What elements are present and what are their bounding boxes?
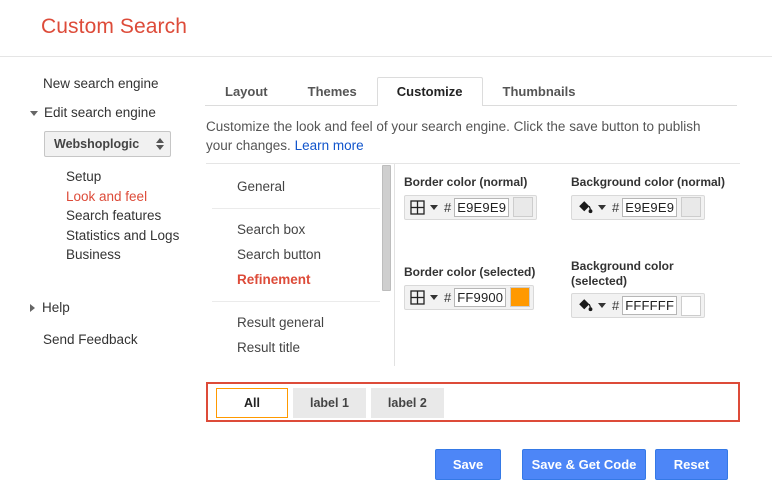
engine-select-value: Webshoplogic <box>54 137 140 151</box>
sidebar-item-statistics-and-logs[interactable]: Statistics and Logs <box>66 226 179 246</box>
field-border-color-selected: Border color (selected) # FF9900 <box>404 265 535 310</box>
nav-scrollbar-thumb[interactable] <box>382 165 391 291</box>
sidebar-item-edit-search-engine[interactable]: Edit search engine <box>30 105 156 120</box>
preview-tab-list: All label 1 label 2 <box>216 388 444 418</box>
hash-symbol: # <box>444 289 452 305</box>
chevron-right-icon <box>30 303 35 312</box>
reset-button[interactable]: Reset <box>655 449 728 480</box>
border-grid-icon[interactable] <box>409 289 440 305</box>
sidebar-item-new-search-engine[interactable]: New search engine <box>43 76 159 91</box>
app-header: Custom Search <box>0 0 772 57</box>
field-border-color-normal: Border color (normal) # E9E9E9 <box>404 175 538 220</box>
paint-bucket-icon[interactable] <box>576 200 608 215</box>
chevron-down-icon <box>430 204 438 210</box>
nav-item-result-general[interactable]: Result general <box>212 310 387 335</box>
page-title: Custom Search <box>41 15 188 38</box>
background-color-normal-hex-input[interactable]: E9E9E9 <box>622 197 678 217</box>
border-grid-icon[interactable] <box>409 199 440 215</box>
preview-tab-label-1[interactable]: label 1 <box>293 388 366 418</box>
background-color-selected-input-group[interactable]: # FFFFFF <box>571 293 706 318</box>
preview-tab-label-2[interactable]: label 2 <box>370 388 444 418</box>
sidebar-item-send-feedback[interactable]: Send Feedback <box>43 332 138 347</box>
paint-bucket-icon[interactable] <box>576 298 608 313</box>
sidebar-sub-list: Setup Look and feel Search features Stat… <box>66 167 179 265</box>
nav-item-search-box[interactable]: Search box <box>212 217 387 242</box>
tab-bar: Layout Themes Customize Thumbnails <box>205 77 737 106</box>
nav-item-search-button[interactable]: Search button <box>212 242 387 267</box>
refinement-preview-box: All label 1 label 2 <box>206 382 740 422</box>
action-button-bar: Save Save & Get Code Reset <box>200 449 772 489</box>
chevron-down-icon <box>30 111 38 116</box>
sidebar-item-search-features[interactable]: Search features <box>66 206 179 226</box>
sidebar-item-help-label: Help <box>42 300 70 315</box>
hash-symbol: # <box>612 298 620 313</box>
field-background-color-normal-label: Background color (normal) <box>571 175 726 189</box>
engine-select-wrapper: Webshoplogic <box>44 131 171 157</box>
tab-layout[interactable]: Layout <box>205 77 288 106</box>
nav-group-result: Result general Result title Result url <box>212 302 387 366</box>
field-background-color-normal: Background color (normal) # E9E9E9 <box>571 175 725 220</box>
engine-select[interactable]: Webshoplogic <box>44 131 171 157</box>
tab-themes[interactable]: Themes <box>288 77 377 106</box>
chevron-down-icon <box>598 204 606 210</box>
page-root: Custom Search New search engine Edit sea… <box>0 0 772 500</box>
border-color-normal-hex-input[interactable]: E9E9E9 <box>454 197 510 217</box>
chevron-down-icon <box>598 303 606 308</box>
hash-symbol: # <box>444 199 452 215</box>
description-body: Customize the look and feel of your sear… <box>206 119 701 153</box>
hash-symbol: # <box>612 199 620 215</box>
sidebar: New search engine Edit search engine Web… <box>0 57 200 500</box>
nav-item-refinement[interactable]: Refinement <box>212 267 387 292</box>
border-color-selected-swatch[interactable] <box>510 287 531 307</box>
description-text: Customize the look and feel of your sear… <box>206 117 726 155</box>
field-background-color-selected-label: Background color (selected) <box>571 259 674 288</box>
background-color-selected-swatch[interactable] <box>681 295 702 316</box>
nav-item-general[interactable]: General <box>212 174 387 199</box>
field-border-color-normal-label: Border color (normal) <box>404 175 528 189</box>
border-color-selected-input-group[interactable]: # FF9900 <box>404 284 535 310</box>
color-settings-form: Border color (normal) # E9E9E9 Backgroun… <box>404 164 740 366</box>
main-content: Layout Themes Customize Thumbnails Custo… <box>200 57 772 500</box>
spinner-arrows-icon <box>156 138 164 150</box>
nav-group-general: General <box>212 164 387 209</box>
nav-group-search: Search box Search button Refinement <box>212 209 387 302</box>
sidebar-item-edit-label: Edit search engine <box>44 105 156 120</box>
chevron-down-icon <box>430 294 438 300</box>
sidebar-item-business[interactable]: Business <box>66 245 179 265</box>
sidebar-item-setup[interactable]: Setup <box>66 167 179 187</box>
border-color-normal-input-group[interactable]: # E9E9E9 <box>404 194 538 220</box>
nav-item-result-url[interactable]: Result url <box>212 360 387 366</box>
tab-thumbnails[interactable]: Thumbnails <box>483 77 596 106</box>
sidebar-item-help[interactable]: Help <box>30 300 70 315</box>
customize-panel: General Search box Search button Refinem… <box>206 163 740 366</box>
save-button[interactable]: Save <box>435 449 501 480</box>
preview-tab-all[interactable]: All <box>216 388 288 418</box>
background-color-normal-swatch[interactable] <box>681 197 702 217</box>
learn-more-link[interactable]: Learn more <box>295 138 364 153</box>
background-color-normal-input-group[interactable]: # E9E9E9 <box>571 194 706 220</box>
tab-customize[interactable]: Customize <box>376 77 483 106</box>
border-color-selected-hex-input[interactable]: FF9900 <box>454 287 507 307</box>
background-color-selected-hex-input[interactable]: FFFFFF <box>622 296 678 315</box>
nav-item-result-title[interactable]: Result title <box>212 335 387 360</box>
save-and-get-code-button[interactable]: Save & Get Code <box>522 449 646 480</box>
border-color-normal-swatch[interactable] <box>513 197 534 217</box>
customize-section-nav: General Search box Search button Refinem… <box>212 164 387 366</box>
field-background-color-selected: Background color (selected) # FFFFFF <box>571 259 721 318</box>
panel-vertical-divider <box>394 164 395 366</box>
sidebar-item-look-and-feel[interactable]: Look and feel <box>66 187 179 207</box>
field-border-color-selected-label: Border color (selected) <box>404 265 536 279</box>
